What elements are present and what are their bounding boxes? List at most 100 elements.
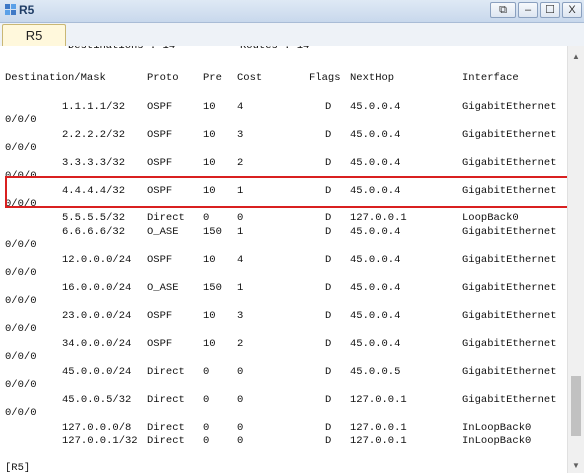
column-header: Pre (203, 72, 222, 84)
cell-flags: D (325, 254, 332, 266)
table-row-wrap: 0/0/0 (0, 407, 567, 420)
cell-pre: 0 (203, 212, 210, 224)
cell-proto: OSPF (147, 157, 173, 169)
cell-nexthop: 45.0.0.4 (350, 310, 401, 322)
cell-iface-continuation: 0/0/0 (5, 198, 37, 210)
cell-pre: 0 (203, 422, 210, 434)
column-header: Flags (309, 72, 341, 84)
cell-dest: 5.5.5.5/32 (62, 212, 126, 224)
cell-iface-continuation: 0/0/0 (5, 407, 37, 419)
cell-proto: OSPF (147, 185, 173, 197)
cell-cost: 2 (237, 338, 244, 350)
cell-iface-continuation: 0/0/0 (5, 239, 37, 251)
window-titlebar: R5 ⧉ – ☐ X (0, 0, 584, 23)
cell-proto: Direct (147, 394, 185, 406)
restore-button[interactable]: ⧉ (490, 2, 516, 18)
cell-iface: InLoopBack0 (462, 435, 532, 447)
cell-dest: 45.0.0.5/32 (62, 394, 132, 406)
cell-iface: GigabitEthernet (462, 129, 557, 141)
cell-cost: 0 (237, 394, 244, 406)
cell-pre: 0 (203, 366, 210, 378)
cell-iface-continuation: 0/0/0 (5, 323, 37, 335)
cell-proto: O_ASE (147, 226, 179, 238)
cell-iface-continuation: 0/0/0 (5, 267, 37, 279)
cell-proto: Direct (147, 435, 185, 447)
cell-nexthop: 127.0.0.1 (350, 394, 407, 406)
cell-dest: 127.0.0.1/32 (62, 435, 138, 447)
table-row-wrap: 0/0/0 (0, 170, 567, 183)
cell-nexthop: 45.0.0.5 (350, 366, 401, 378)
close-button[interactable]: X (562, 2, 582, 18)
table-row: 2.2.2.2/32 OSPF 10 3 D 45.0.0.4 GigabitEtherne… (0, 129, 567, 142)
terminal-output[interactable]: Destinations : 14 Routes : 14 Destination/… (0, 46, 567, 473)
tab-r5[interactable]: R5 (2, 24, 66, 46)
table-row-wrap: 0/0/0 (0, 267, 567, 280)
router-app-icon (5, 4, 16, 15)
maximize-button[interactable]: ☐ (540, 2, 560, 18)
cell-proto: OSPF (147, 254, 173, 266)
cell-pre: 150 (203, 282, 222, 294)
table-row: 5.5.5.5/32 Direct 0 0 D 127.0.0.1 LoopBack0 (0, 212, 567, 225)
chevron-up-icon[interactable]: ▲ (568, 50, 584, 64)
cell-flags: D (325, 366, 332, 378)
vertical-scrollbar[interactable]: ▲ ▼ (567, 46, 584, 473)
cell-iface: GigabitEthernet (462, 394, 557, 406)
column-header: Cost (237, 72, 263, 84)
table-row-wrap: 0/0/0 (0, 351, 567, 364)
cell-nexthop: 45.0.0.4 (350, 129, 401, 141)
table-row-wrap: 0/0/0 (0, 239, 567, 252)
cell-nexthop: 45.0.0.4 (350, 338, 401, 350)
minimize-button[interactable]: – (518, 2, 538, 18)
table-row: 6.6.6.6/32 O_ASE 150 1 D 45.0.0.4 GigabitEther… (0, 226, 567, 239)
cell-dest: 2.2.2.2/32 (62, 129, 126, 141)
cell-pre: 0 (203, 394, 210, 406)
cell-iface: GigabitEthernet (462, 366, 557, 378)
cell-cost: 4 (237, 254, 244, 266)
table-row: 16.0.0.0/24 O_ASE 150 1 D 45.0.0.4 GigabitEthe… (0, 282, 567, 295)
table-row: 1.1.1.1/32 OSPF 10 4 D 45.0.0.4 GigabitEtherne… (0, 101, 567, 114)
cell-nexthop: 127.0.0.1 (350, 435, 407, 447)
cell-iface-continuation: 0/0/0 (5, 114, 37, 126)
cell-iface-continuation: 0/0/0 (5, 170, 37, 182)
cell-flags: D (325, 157, 332, 169)
column-header: NextHop (350, 72, 395, 84)
cell-iface: LoopBack0 (462, 212, 519, 224)
table-row-wrap: 0/0/0 (0, 198, 567, 211)
cell-flags: D (325, 226, 332, 238)
cell-nexthop: 127.0.0.1 (350, 212, 407, 224)
cell-flags: D (325, 310, 332, 322)
cell-proto: OSPF (147, 310, 173, 322)
cell-flags: D (325, 212, 332, 224)
cell-nexthop: 127.0.0.1 (350, 422, 407, 434)
chevron-down-icon[interactable]: ▼ (568, 459, 584, 473)
cell-cost: 2 (237, 157, 244, 169)
column-header: Proto (147, 72, 179, 84)
cell-dest: 3.3.3.3/32 (62, 157, 126, 169)
cell-proto: OSPF (147, 101, 173, 113)
cell-proto: OSPF (147, 129, 173, 141)
destinations-count: Destinations : 14 (68, 46, 176, 52)
scrollbar-thumb[interactable] (571, 376, 581, 436)
cell-cost: 0 (237, 422, 244, 434)
command-prompt: [R5] (0, 462, 567, 473)
cell-iface: GigabitEthernet (462, 282, 557, 294)
cell-nexthop: 45.0.0.4 (350, 185, 401, 197)
cell-nexthop: 45.0.0.4 (350, 226, 401, 238)
cell-flags: D (325, 129, 332, 141)
routes-count: Routes : 14 (240, 46, 310, 52)
cell-iface: GigabitEthernet (462, 254, 557, 266)
cell-cost: 3 (237, 310, 244, 322)
cell-dest: 23.0.0.0/24 (62, 310, 132, 322)
cell-proto: Direct (147, 212, 185, 224)
cell-iface: GigabitEthernet (462, 185, 557, 197)
cell-flags: D (325, 422, 332, 434)
table-row: 12.0.0.0/24 OSPF 10 4 D 45.0.0.4 GigabitEthern… (0, 254, 567, 267)
cell-flags: D (325, 435, 332, 447)
cell-nexthop: 45.0.0.4 (350, 254, 401, 266)
table-row: 127.0.0.1/32 Direct 0 0 D 127.0.0.1 InLoopBack… (0, 435, 567, 448)
table-row-wrap: 0/0/0 (0, 295, 567, 308)
cell-iface-continuation: 0/0/0 (5, 142, 37, 154)
cell-proto: Direct (147, 366, 185, 378)
cell-cost: 4 (237, 101, 244, 113)
cell-flags: D (325, 101, 332, 113)
